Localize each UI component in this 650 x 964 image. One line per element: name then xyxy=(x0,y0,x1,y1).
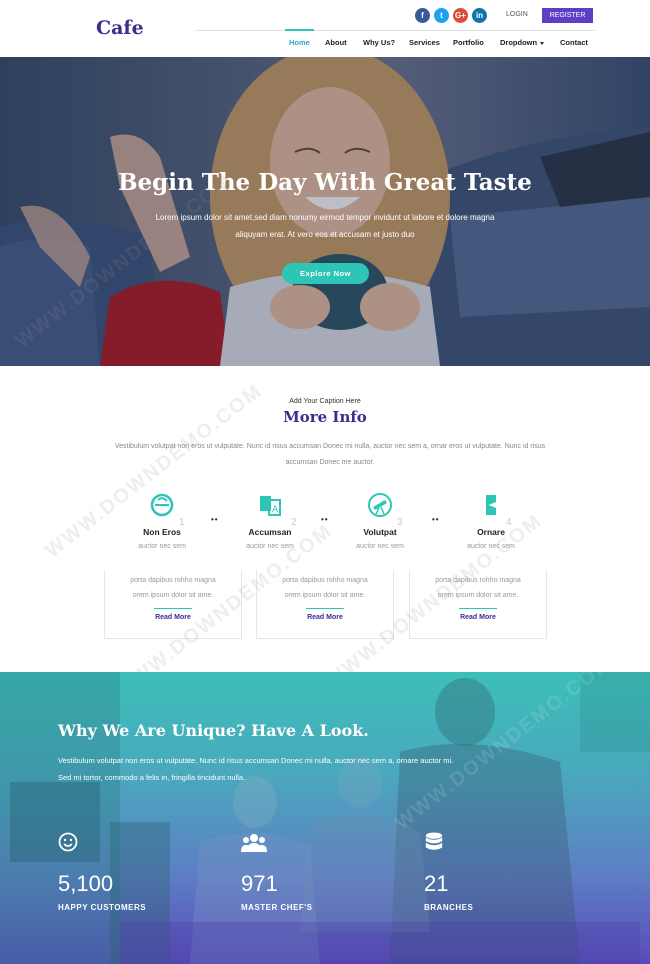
nav-contact[interactable]: Contact xyxy=(560,38,588,47)
card-text: porta dapibus rohho magna xyxy=(435,577,521,584)
stat-value: 971 xyxy=(241,871,278,896)
info-card: porta dapibus rohho magna orem ipsum dol… xyxy=(409,570,547,639)
ie-globe-icon xyxy=(150,493,174,517)
more-info-description: Vestibulum volutpat non eros ut vulputat… xyxy=(114,443,546,466)
step-number: 3 xyxy=(397,517,403,528)
step-title: Non Eros xyxy=(143,527,181,537)
hero-subtitle: Lorem ipsum dolor sit amet,sed diam nonu… xyxy=(155,213,495,239)
read-more-link[interactable]: Read More xyxy=(410,614,546,621)
nav-divider xyxy=(195,30,595,31)
stat-value: 5,100 xyxy=(58,871,114,896)
step-title: Accumsan xyxy=(248,527,292,537)
site-header: Cafe f t G+ in LOGIN REGISTER Home About… xyxy=(0,0,650,57)
site-logo[interactable]: Cafe xyxy=(96,17,144,39)
step-title: Volutpat xyxy=(363,527,397,537)
nav-home[interactable]: Home xyxy=(289,38,310,47)
read-more-link[interactable]: Read More xyxy=(257,614,393,621)
database-icon xyxy=(425,832,443,850)
more-info-title: More Info xyxy=(283,408,367,426)
stat-label: MASTER CHEF'S xyxy=(241,903,313,912)
why-unique-section: Why We Are Unique? Have A Look. Vestibul… xyxy=(0,672,650,964)
twitter-icon[interactable]: t xyxy=(434,8,449,23)
telescope-icon xyxy=(368,493,392,517)
card-divider xyxy=(306,608,344,609)
users-icon xyxy=(241,834,267,852)
svg-text:A: A xyxy=(272,505,279,515)
nav-why-us[interactable]: Why Us? xyxy=(363,38,395,47)
nav-services[interactable]: Services xyxy=(409,38,440,47)
step-accumsan: A 2 Accumsan auctor nec sem xyxy=(215,492,325,550)
step-number: 4 xyxy=(506,517,512,528)
linkedin-icon[interactable]: in xyxy=(472,8,487,23)
step-number: 1 xyxy=(179,517,185,528)
step-ornare: 4 Ornare auctor nec sem xyxy=(436,492,546,550)
stat-branches: 21 BRANCHES xyxy=(424,832,574,912)
facebook-icon[interactable]: f xyxy=(415,8,430,23)
step-subtitle: auctor nec sem xyxy=(356,543,404,550)
info-card: porta dapibus rohho magna orem ipsum dol… xyxy=(256,570,394,639)
nav-active-indicator xyxy=(285,29,314,31)
stat-master-chefs: 971 MASTER CHEF'S xyxy=(241,832,391,912)
unique-description: Vestibulum volutpat non eros ut vulputat… xyxy=(58,756,454,782)
nav-dropdown-label: Dropdown xyxy=(500,38,538,47)
card-text: porta dapibus rohho magna xyxy=(282,577,368,584)
step-subtitle: auctor nec sem xyxy=(246,543,294,550)
step-non-eros: 1 Non Eros auctor nec sem xyxy=(107,492,217,550)
stat-label: HAPPY CUSTOMERS xyxy=(58,903,147,912)
step-volutpat: 3 Volutpat auctor nec sem xyxy=(325,492,435,550)
card-text: porta dapibus rohho magna xyxy=(130,577,216,584)
login-link[interactable]: LOGIN xyxy=(506,11,528,18)
stat-value: 21 xyxy=(424,871,449,896)
card-text: orem ipsum dolor sit ame. xyxy=(284,592,366,599)
card-divider xyxy=(459,608,497,609)
caret-down-icon xyxy=(540,41,545,45)
card-text: orem ipsum dolor sit ame. xyxy=(132,592,214,599)
explore-now-button[interactable]: Explore Now xyxy=(282,263,369,284)
hero-title: Begin The Day With Great Taste xyxy=(118,169,532,196)
stack-logo-icon xyxy=(486,495,496,515)
step-number: 2 xyxy=(291,517,297,528)
card-text: orem ipsum dolor sit ame. xyxy=(437,592,519,599)
stat-happy-customers: 5,100 HAPPY CUSTOMERS xyxy=(58,832,208,912)
card-divider xyxy=(154,608,192,609)
nav-about[interactable]: About xyxy=(325,38,347,47)
register-button[interactable]: REGISTER xyxy=(542,8,593,23)
stat-label: BRANCHES xyxy=(424,903,474,912)
step-subtitle: auctor nec sem xyxy=(467,543,515,550)
nav-dropdown[interactable]: Dropdown xyxy=(500,38,545,47)
nav-portfolio[interactable]: Portfolio xyxy=(453,38,484,47)
step-title: Ornare xyxy=(477,527,505,537)
section-caption: Add Your Caption Here xyxy=(289,398,361,405)
info-card: porta dapibus rohho magna orem ipsum dol… xyxy=(104,570,242,639)
unique-title: Why We Are Unique? Have A Look. xyxy=(58,721,369,740)
smile-icon xyxy=(58,832,78,852)
google-plus-icon[interactable]: G+ xyxy=(453,8,468,23)
read-more-link[interactable]: Read More xyxy=(105,614,241,621)
cafe-background-photo xyxy=(0,672,650,964)
translate-icon: A xyxy=(260,496,281,516)
step-subtitle: auctor nec sem xyxy=(138,543,186,550)
hero-banner: Begin The Day With Great Taste Lorem ips… xyxy=(0,57,650,366)
